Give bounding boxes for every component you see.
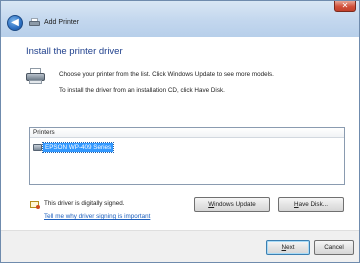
- driver-signed-status: This driver is digitally signed.: [44, 200, 125, 207]
- window-title: Add Printer: [44, 19, 80, 26]
- have-disk-button[interactable]: Have Disk...: [278, 197, 344, 212]
- windows-update-button[interactable]: Windows Update: [194, 197, 270, 212]
- install-cd-text: To install the driver from an installati…: [59, 87, 225, 94]
- printer-icon: [26, 68, 46, 86]
- close-button[interactable]: ✕: [334, 1, 356, 12]
- back-button[interactable]: ◀: [7, 15, 23, 31]
- title-bar: ✕ ◀ Add Printer: [1, 1, 359, 37]
- back-arrow-icon: ◀: [11, 17, 19, 28]
- printers-list[interactable]: Printers EPSON WP-409 Series: [29, 127, 345, 185]
- next-button[interactable]: Next: [266, 240, 310, 255]
- close-icon: ✕: [341, 1, 349, 10]
- printers-column-header[interactable]: Printers: [30, 128, 344, 138]
- printer-icon: [33, 144, 42, 151]
- list-item[interactable]: EPSON WP-409 Series: [33, 142, 115, 153]
- cancel-button[interactable]: Cancel: [314, 240, 354, 255]
- driver-signing-link[interactable]: Tell me why driver signing is important: [44, 213, 150, 220]
- instruction-text: Choose your printer from the list. Click…: [59, 71, 274, 78]
- add-printer-window: ✕ ◀ Add Printer Install the printer driv…: [0, 0, 360, 263]
- printer-item-label: EPSON WP-409 Series: [41, 142, 115, 153]
- page-heading: Install the printer driver: [26, 46, 123, 57]
- certificate-icon: [30, 201, 40, 209]
- printer-app-icon: [29, 18, 40, 28]
